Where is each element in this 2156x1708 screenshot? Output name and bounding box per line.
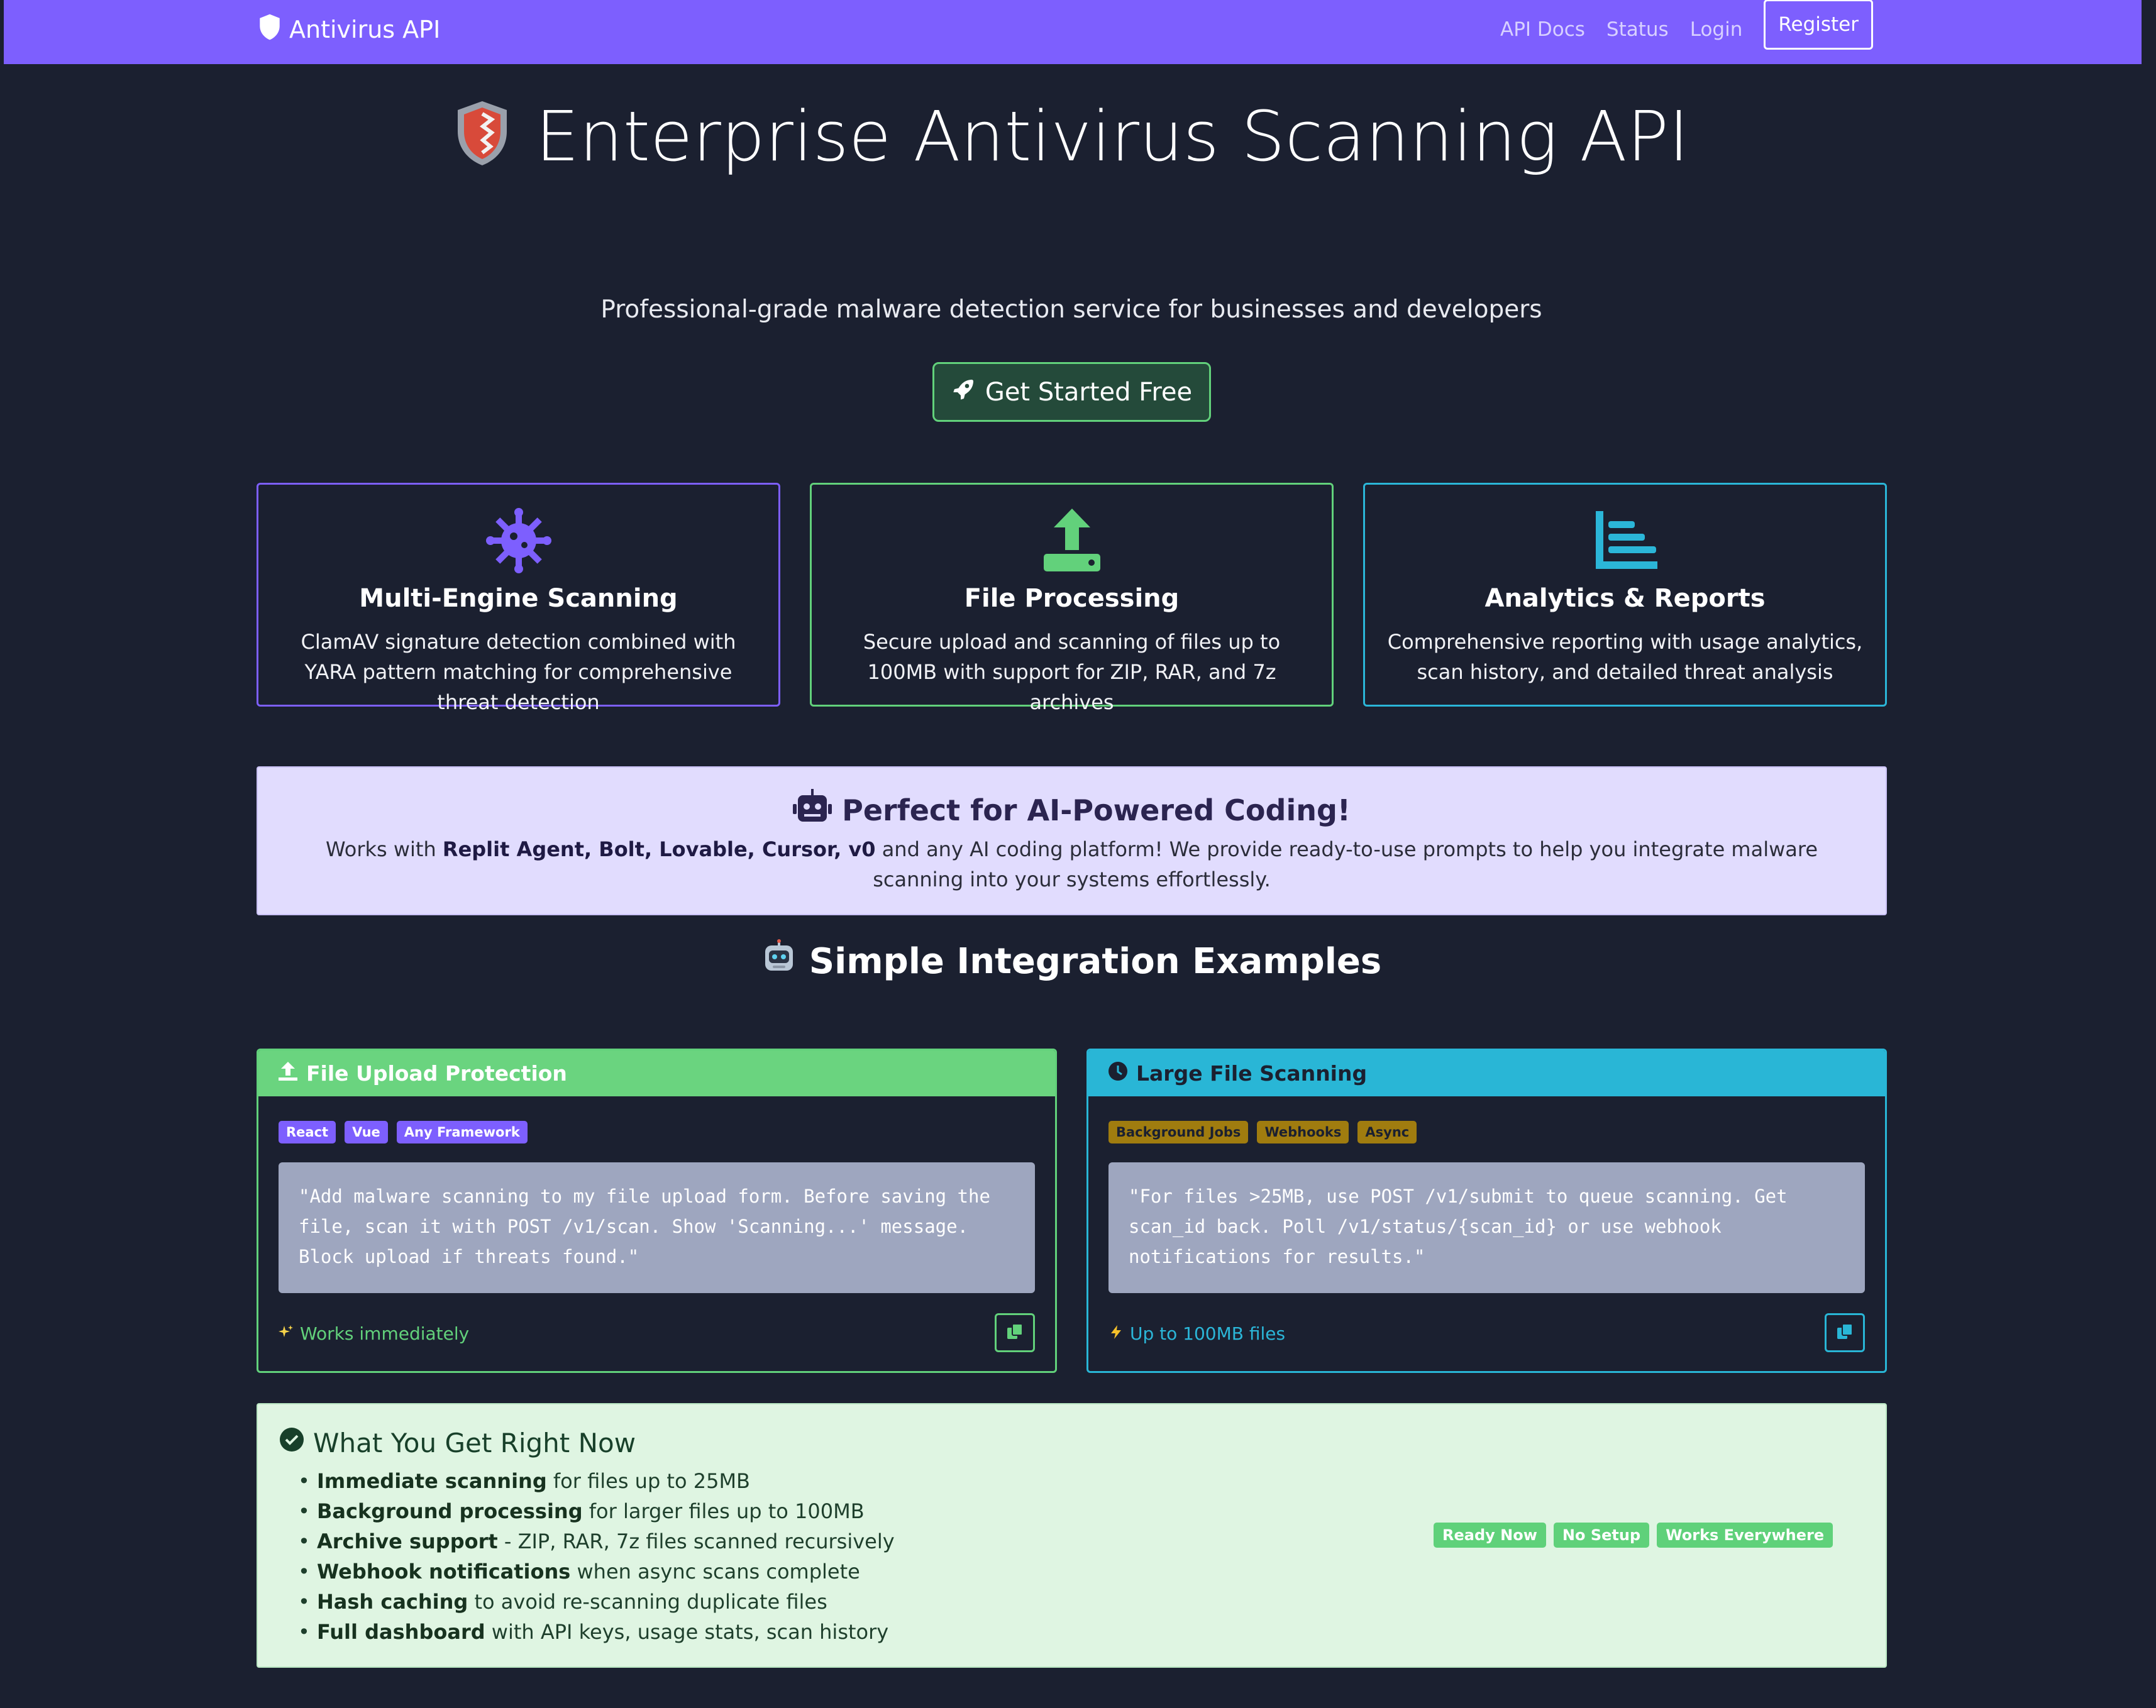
feature-title: Multi-Engine Scanning (359, 584, 678, 613)
tag-badge: Async (1357, 1121, 1417, 1143)
example-note: Works immediately (279, 1323, 469, 1344)
example-note-text: Works immediately (300, 1323, 470, 1344)
ai-callout-description: Works with Replit Agent, Bolt, Lovable, … (289, 834, 1854, 895)
virus-icon (484, 506, 553, 575)
example-card-upload: File Upload Protection React Vue Any Fra… (257, 1049, 1057, 1373)
sparkles-icon (279, 1323, 294, 1344)
status-badge: Ready Now (1434, 1523, 1546, 1548)
ai-callout-title: Perfect for AI-Powered Coding! (258, 789, 1886, 831)
integration-section-title: Simple Integration Examples (252, 939, 1891, 983)
list-item: Background processing for larger files u… (317, 1496, 895, 1526)
shield-icon (258, 13, 282, 47)
navbar: Antivirus API API Docs Status Login Regi… (4, 0, 2142, 64)
feature-card-scanning: Multi-Engine Scanning ClamAV signature d… (257, 483, 780, 714)
feature-description: Secure upload and scanning of files up t… (863, 630, 1281, 714)
brand-name: Antivirus API (289, 16, 441, 43)
ai-callout-title-text: Perfect for AI-Powered Coding! (842, 793, 1351, 827)
example-card-title: Large File Scanning (1136, 1061, 1368, 1086)
lightning-icon (1108, 1323, 1124, 1344)
feature-card-file-processing: File Processing Secure upload and scanni… (810, 483, 1334, 714)
example-card-header: File Upload Protection (258, 1050, 1055, 1096)
check-circle-icon (279, 1427, 304, 1458)
feature-list: Immediate scanning for files up to 25MB … (317, 1466, 895, 1647)
copy-button[interactable] (1825, 1313, 1865, 1352)
what-you-get-title-text: What You Get Right Now (313, 1427, 636, 1458)
brand-link[interactable]: Antivirus API (258, 0, 440, 59)
example-card-large-file: Large File Scanning Background Jobs Webh… (1086, 1049, 1887, 1373)
nav-link-status[interactable]: Status (1606, 18, 1669, 41)
example-note: Up to 100MB files (1108, 1323, 1285, 1344)
nav-link-login[interactable]: Login (1690, 18, 1743, 41)
status-badge: No Setup (1553, 1523, 1650, 1548)
list-item: Immediate scanning for files up to 25MB (317, 1466, 895, 1496)
integration-section-title-text: Simple Integration Examples (809, 940, 1382, 982)
list-item: Webhook notifications when async scans c… (317, 1556, 895, 1587)
ai-desc-platforms: Replit Agent, Bolt, Lovable, Cursor, v0 (442, 837, 876, 861)
page-title: Enterprise Antivirus Scanning API (252, 94, 1891, 179)
status-badges: Ready Now No Setup Works Everywhere (1434, 1523, 1833, 1548)
ai-coding-callout: Perfect for AI-Powered Coding! Works wit… (257, 766, 1887, 915)
what-you-get-callout: What You Get Right Now Immediate scannin… (257, 1403, 1887, 1668)
hero-subtitle: Professional-grade malware detection ser… (600, 295, 1542, 324)
robot-icon (793, 789, 832, 831)
example-note-text: Up to 100MB files (1130, 1323, 1286, 1344)
what-you-get-title: What You Get Right Now (279, 1427, 636, 1458)
get-started-label: Get Started Free (985, 377, 1193, 407)
tag-badge: Any Framework (396, 1121, 528, 1143)
list-item: Hash caching to avoid re-scanning duplic… (317, 1587, 895, 1617)
nav-link-api-docs[interactable]: API Docs (1500, 18, 1585, 41)
copy-icon (1836, 1323, 1854, 1343)
tag-badge: Vue (345, 1121, 388, 1143)
shield-emoji-icon (454, 99, 511, 168)
example-card-header: Large File Scanning (1088, 1050, 1885, 1096)
get-started-button[interactable]: Get Started Free (932, 362, 1211, 422)
ai-desc-prefix: Works with (325, 837, 443, 861)
prompt-code-block[interactable]: "Add malware scanning to my file upload … (279, 1162, 1035, 1293)
feature-title: Analytics & Reports (1484, 584, 1766, 613)
example-card-title: File Upload Protection (306, 1061, 567, 1086)
chart-bar-icon (1591, 506, 1660, 575)
register-button[interactable]: Register (1764, 0, 1873, 50)
list-item: Archive support - ZIP, RAR, 7z files sca… (317, 1526, 895, 1556)
status-badge: Works Everywhere (1657, 1523, 1833, 1548)
robot-emoji-icon (761, 939, 797, 983)
hero-title-text: Enterprise Antivirus Scanning API (535, 96, 1689, 177)
nav-links: API Docs Status Login Register (1500, 0, 1873, 59)
list-item: Full dashboard with API keys, usage stat… (317, 1617, 895, 1647)
tag-list: React Vue Any Framework (279, 1121, 528, 1143)
tag-badge: React (279, 1121, 336, 1143)
copy-icon (1006, 1323, 1024, 1343)
feature-title: File Processing (964, 584, 1180, 613)
copy-button[interactable] (995, 1313, 1035, 1352)
upload-icon (277, 1061, 299, 1087)
tag-badge: Background Jobs (1108, 1121, 1249, 1143)
ai-desc-suffix: and any AI coding platform! We provide r… (873, 837, 1818, 891)
rocket-icon (951, 377, 976, 408)
upload-icon (1037, 506, 1107, 575)
clock-icon (1107, 1061, 1129, 1087)
prompt-code-block[interactable]: "For files >25MB, use POST /v1/submit to… (1108, 1162, 1865, 1293)
tag-badge: Webhooks (1257, 1121, 1349, 1143)
feature-card-analytics: Analytics & Reports Comprehensive report… (1363, 483, 1887, 707)
feature-description: Comprehensive reporting with usage analy… (1387, 630, 1863, 684)
tag-list: Background Jobs Webhooks Async (1108, 1121, 1417, 1143)
feature-description: ClamAV signature detection combined with… (301, 630, 736, 714)
